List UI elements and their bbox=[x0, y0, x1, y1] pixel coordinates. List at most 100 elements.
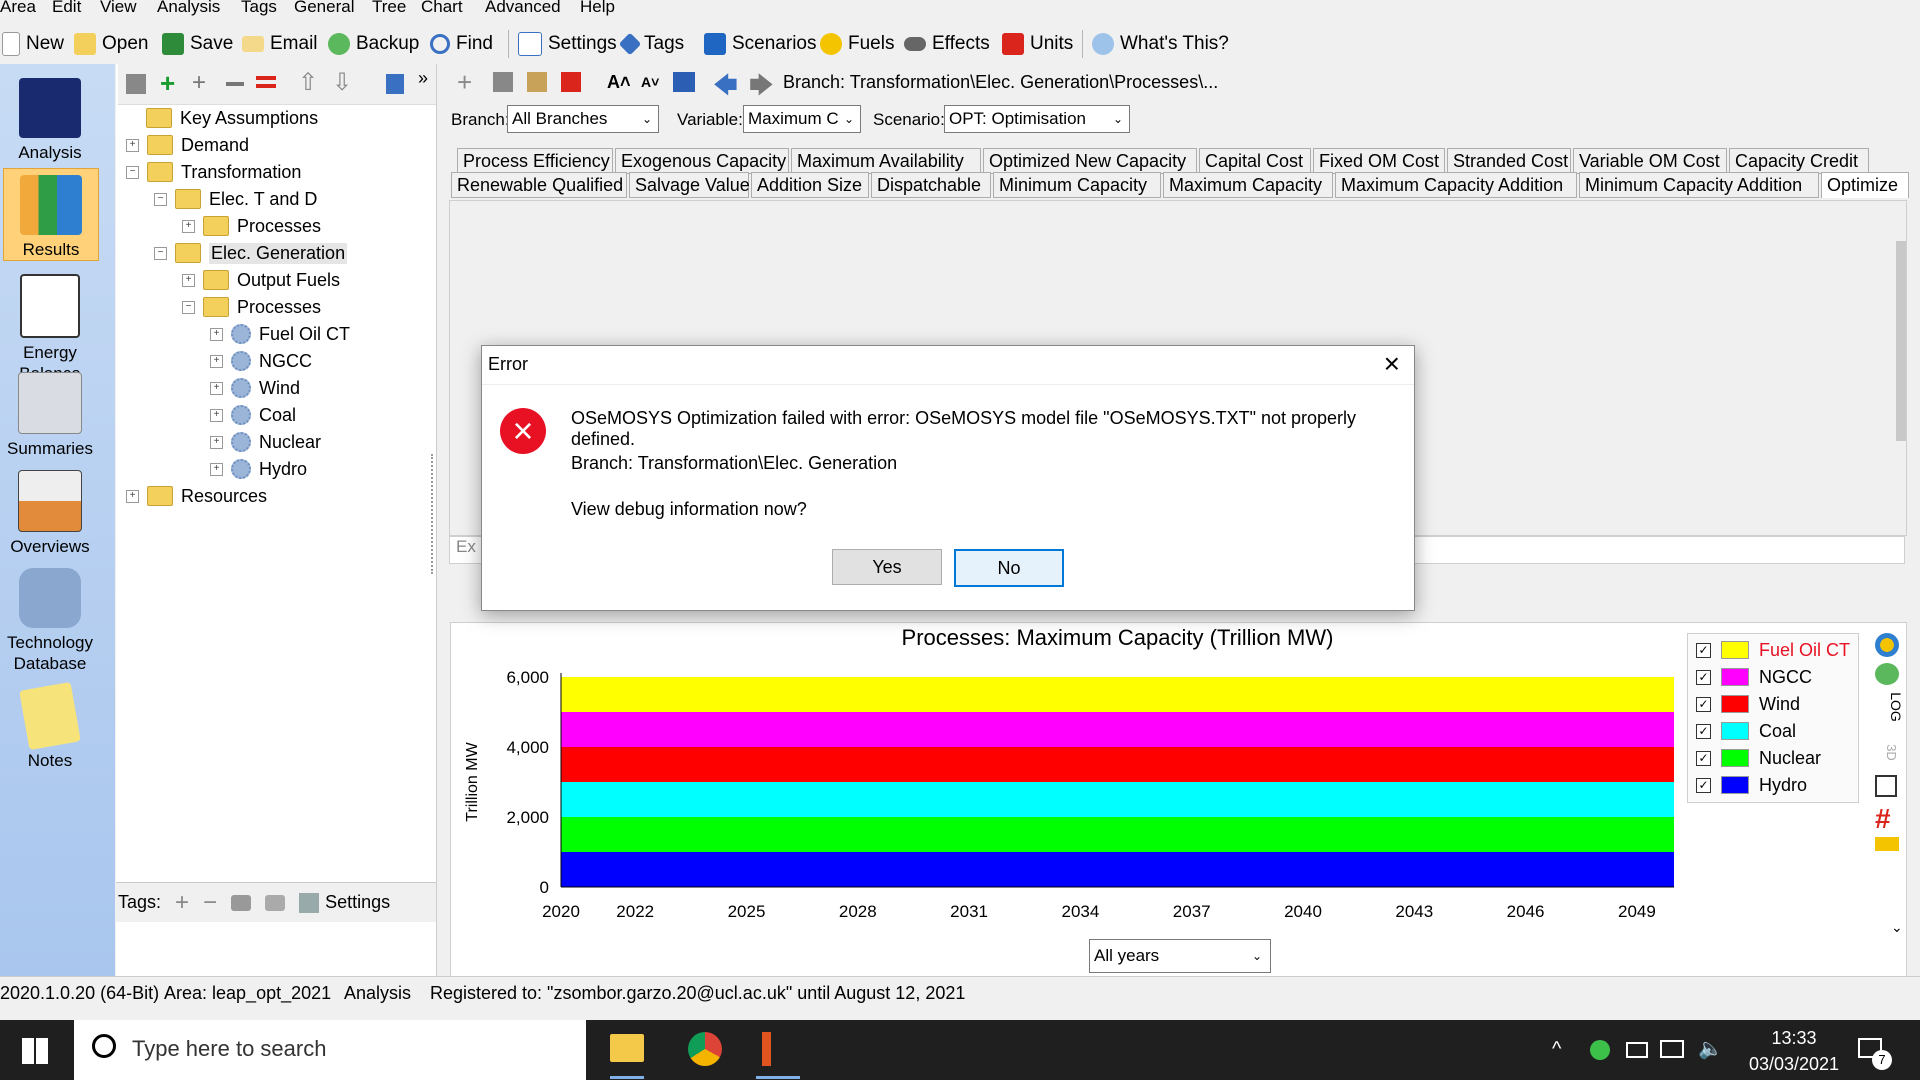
tree-node-process[interactable]: + Hydro bbox=[210, 457, 307, 481]
move-down-icon[interactable]: ⇩ bbox=[332, 68, 352, 97]
collapse-icon[interactable]: − bbox=[154, 192, 167, 206]
tree-view-icon[interactable] bbox=[386, 74, 404, 94]
move-up-icon[interactable]: ⇧ bbox=[298, 68, 318, 97]
variable-tab[interactable]: Minimum Capacity Addition bbox=[1579, 172, 1819, 198]
menu-analysis[interactable]: Analysis bbox=[157, 0, 220, 17]
log-scale-toggle[interactable]: LOG bbox=[1888, 692, 1904, 722]
splitter-handle[interactable] bbox=[431, 454, 439, 574]
new-button[interactable]: New bbox=[2, 30, 64, 58]
variable-tab[interactable]: Exogenous Capacity bbox=[615, 148, 789, 174]
expand-icon[interactable]: + bbox=[126, 489, 139, 503]
tree-node-elec-t-and-d[interactable]: − Elec. T and D bbox=[154, 187, 317, 211]
variable-tab[interactable]: Process Efficiency bbox=[457, 148, 613, 174]
yes-button[interactable]: Yes bbox=[832, 549, 942, 585]
variable-tab[interactable]: Dispatchable bbox=[871, 172, 991, 198]
settings-button[interactable]: Settings bbox=[518, 30, 617, 58]
legend-checkbox[interactable]: ✓ bbox=[1696, 777, 1711, 793]
sync-icon[interactable] bbox=[1590, 1040, 1610, 1060]
fuels-button[interactable]: Fuels bbox=[820, 30, 894, 58]
legend-checkbox[interactable]: ✓ bbox=[1696, 750, 1711, 766]
copy-icon[interactable] bbox=[493, 72, 513, 92]
legend-item[interactable]: ✓ Wind bbox=[1696, 692, 1800, 716]
legend-checkbox[interactable]: ✓ bbox=[1696, 642, 1711, 658]
remove-tag-icon[interactable]: − bbox=[203, 889, 217, 917]
expand-icon[interactable]: + bbox=[210, 435, 223, 449]
expand-icon[interactable]: + bbox=[210, 408, 223, 422]
expand-icon[interactable]: + bbox=[182, 273, 195, 287]
taskbar-search-box[interactable]: Type here to search bbox=[74, 1020, 586, 1080]
view-results[interactable]: Results bbox=[3, 168, 99, 261]
email-button[interactable]: Email bbox=[242, 30, 318, 58]
file-explorer-icon[interactable] bbox=[610, 1034, 644, 1062]
tree-node-key-assumptions[interactable]: Key Assumptions bbox=[146, 106, 318, 130]
add-branch-icon[interactable]: + bbox=[160, 70, 175, 96]
expand-icon[interactable]: + bbox=[210, 381, 223, 395]
variable-tab[interactable]: Capacity Credit bbox=[1729, 148, 1869, 174]
menu-view[interactable]: View bbox=[100, 0, 137, 17]
vertical-scrollbar[interactable] bbox=[1896, 241, 1906, 441]
tree-node-output-fuels[interactable]: + Output Fuels bbox=[182, 268, 340, 292]
legend-item[interactable]: ✓ NGCC bbox=[1696, 665, 1812, 689]
units-button[interactable]: Units bbox=[1002, 30, 1073, 58]
add-tag-icon[interactable]: + bbox=[175, 889, 189, 917]
import-icon[interactable] bbox=[561, 72, 581, 92]
variable-tab[interactable]: Maximum Capacity bbox=[1163, 172, 1333, 198]
expand-icon[interactable]: + bbox=[182, 219, 195, 233]
tray-chevron-icon[interactable]: ^ bbox=[1552, 1038, 1561, 1061]
expand-down-icon[interactable]: ⌄ bbox=[1891, 919, 1903, 936]
scenario-select[interactable]: OPT: Optimisation ⌄ bbox=[944, 105, 1130, 133]
expand-icon[interactable]: + bbox=[126, 138, 139, 152]
tree-node-process[interactable]: + Coal bbox=[210, 403, 296, 427]
add-multiple-icon[interactable]: + bbox=[192, 70, 206, 96]
variable-tab[interactable]: Capital Cost bbox=[1199, 148, 1311, 174]
view-overviews[interactable]: Overviews bbox=[0, 464, 100, 557]
collapse-icon[interactable]: − bbox=[182, 300, 195, 314]
scenarios-button[interactable]: Scenarios bbox=[704, 30, 817, 58]
tree-node-process[interactable]: + Fuel Oil CT bbox=[210, 322, 350, 346]
expand-icon[interactable]: + bbox=[210, 354, 223, 368]
tree-node-processes[interactable]: − Processes bbox=[182, 295, 321, 319]
legend-item[interactable]: ✓ Fuel Oil CT bbox=[1696, 638, 1850, 662]
menu-chart[interactable]: Chart bbox=[421, 0, 463, 17]
expand-icon[interactable]: + bbox=[210, 462, 223, 476]
menu-advanced[interactable]: Advanced bbox=[485, 0, 561, 17]
variable-tab[interactable]: Minimum Capacity bbox=[993, 172, 1161, 198]
years-select[interactable]: All years ⌄ bbox=[1089, 939, 1271, 973]
volume-icon[interactable]: 🔈 bbox=[1698, 1036, 1723, 1061]
tag-clear-icon[interactable] bbox=[265, 894, 286, 911]
save-button[interactable]: Save bbox=[162, 30, 233, 58]
add-icon[interactable]: + bbox=[457, 69, 481, 95]
table-view-icon[interactable] bbox=[1875, 775, 1897, 797]
battery-icon[interactable] bbox=[1626, 1042, 1648, 1058]
find-button[interactable]: Find bbox=[430, 30, 493, 58]
chart-settings-icon[interactable] bbox=[673, 72, 695, 92]
grid-icon[interactable]: # bbox=[1875, 805, 1891, 833]
tree-node-elec-generation[interactable]: − Elec. Generation bbox=[154, 241, 348, 265]
variable-tab[interactable]: Maximum Availability bbox=[791, 148, 981, 174]
tree-node-demand[interactable]: + Demand bbox=[126, 133, 249, 157]
legend-item[interactable]: ✓ Hydro bbox=[1696, 773, 1807, 797]
number-format-icon[interactable] bbox=[1875, 837, 1899, 851]
menu-edit[interactable]: Edit bbox=[52, 0, 81, 17]
clock-date[interactable]: 03/03/2021 bbox=[1734, 1054, 1854, 1075]
menu-tree[interactable]: Tree bbox=[372, 0, 406, 17]
expand-icon[interactable]: + bbox=[210, 327, 223, 341]
variable-tab[interactable]: Stranded Cost bbox=[1447, 148, 1571, 174]
variable-tab[interactable]: Renewable Qualified bbox=[451, 172, 627, 198]
effects-button[interactable]: Effects bbox=[904, 30, 990, 58]
legend-item[interactable]: ✓ Nuclear bbox=[1696, 746, 1821, 770]
tree-node-process[interactable]: + Wind bbox=[210, 376, 300, 400]
chrome-icon[interactable] bbox=[688, 1032, 722, 1066]
view-notes[interactable]: Notes bbox=[0, 680, 100, 771]
whats-this-button[interactable]: What's This? bbox=[1092, 30, 1229, 58]
font-larger-icon[interactable]: A˄ bbox=[607, 72, 631, 93]
tree-node-process[interactable]: + NGCC bbox=[210, 349, 312, 373]
collapse-icon[interactable]: − bbox=[126, 165, 139, 179]
forward-arrow-icon[interactable]: 🡆 bbox=[749, 68, 774, 109]
tree-properties-icon[interactable] bbox=[126, 74, 146, 94]
variable-tab[interactable]: Addition Size bbox=[751, 172, 869, 198]
variable-select[interactable]: Maximum C ⌄ bbox=[743, 105, 861, 133]
menu-help[interactable]: Help bbox=[580, 0, 615, 17]
tree-node-process[interactable]: + Nuclear bbox=[210, 430, 321, 454]
variable-tab[interactable]: Salvage Value bbox=[629, 172, 750, 198]
